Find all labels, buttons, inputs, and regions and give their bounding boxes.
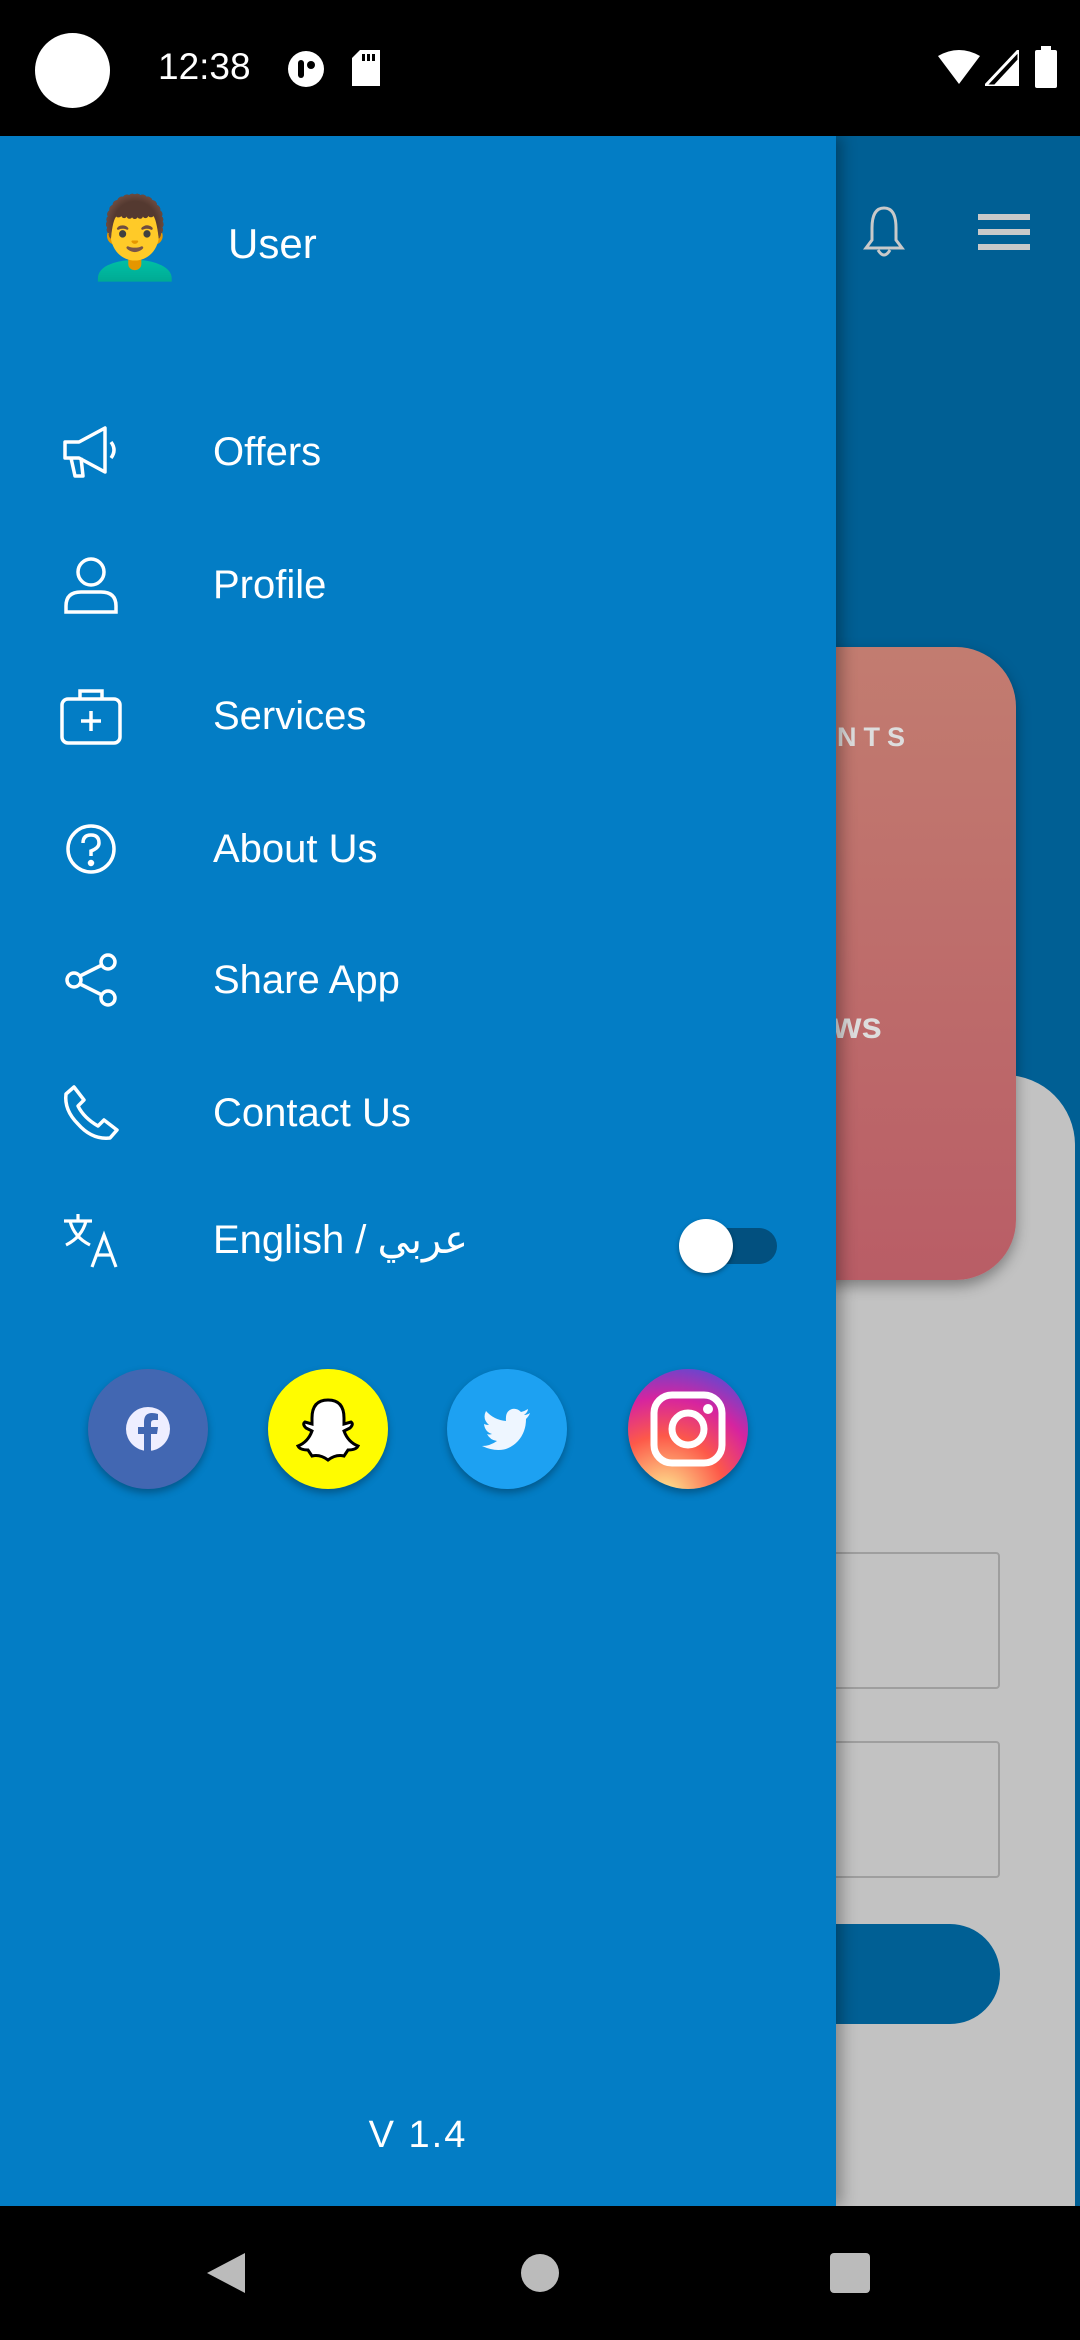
battery-icon (1035, 46, 1057, 88)
twitter-icon (482, 1408, 530, 1450)
menu-item-label: Contact Us (213, 1090, 411, 1135)
avatar: 👨‍🦱 (85, 193, 185, 282)
menu-item-label: Share App (213, 957, 400, 1002)
menu-item-about-us[interactable]: About Us (0, 794, 836, 904)
person-icon (58, 552, 124, 618)
facebook-icon (126, 1407, 170, 1452)
status-bar: 12:38 (0, 0, 1080, 136)
recent-apps-icon[interactable] (830, 2253, 870, 2293)
signal-icon (985, 50, 1019, 86)
facebook-button[interactable] (88, 1369, 208, 1489)
notification-bell-icon[interactable] (862, 204, 906, 260)
language-toggle[interactable] (679, 1219, 779, 1273)
sd-card-icon (352, 50, 380, 86)
notification-icon (288, 51, 324, 87)
user-name: User (228, 220, 317, 267)
snapchat-button[interactable] (268, 1369, 388, 1489)
home-icon[interactable] (520, 2253, 560, 2293)
menu-icon[interactable] (978, 214, 1030, 259)
translate-icon (58, 1207, 124, 1273)
menu-item-contact-us[interactable]: Contact Us (0, 1058, 836, 1168)
app-version: V 1.4 (368, 2114, 468, 2156)
instagram-button[interactable] (628, 1369, 748, 1489)
instagram-icon (650, 1391, 726, 1467)
back-icon[interactable] (205, 2251, 247, 2295)
megaphone-icon (58, 419, 124, 485)
language-label: English / عربي (213, 1218, 468, 1262)
camera-cutout (35, 33, 110, 108)
status-time: 12:38 (158, 46, 251, 87)
snapchat-icon (296, 1398, 360, 1462)
medical-kit-icon (58, 683, 124, 749)
wifi-icon (938, 50, 980, 84)
phone-icon (58, 1080, 124, 1146)
menu-item-offers[interactable]: Offers (0, 397, 836, 507)
share-icon (58, 947, 124, 1013)
navigation-drawer: 👨‍🦱 User Offers Profile Services About U… (0, 136, 836, 2206)
menu-item-services[interactable]: Services (0, 661, 836, 771)
menu-item-share-app[interactable]: Share App (0, 925, 836, 1035)
menu-item-label: Offers (213, 429, 322, 474)
menu-item-label: Profile (213, 562, 327, 607)
menu-item-label: About Us (213, 826, 378, 871)
twitter-button[interactable] (447, 1369, 567, 1489)
menu-item-profile[interactable]: Profile (0, 530, 836, 640)
help-circle-icon (58, 816, 124, 882)
system-navigation-bar (0, 2206, 1080, 2340)
menu-item-label: Services (213, 693, 367, 738)
